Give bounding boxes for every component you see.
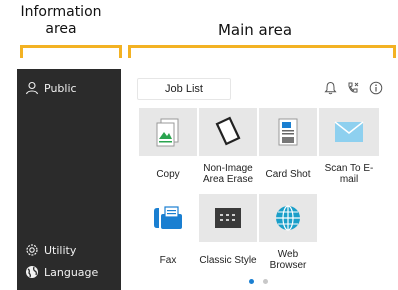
fax-label: Fax [159,254,177,266]
copy-tile[interactable]: Copy [139,108,197,186]
envelope-icon [334,121,364,142]
copy-icon [156,118,179,147]
non-image-area-erase-label: Non-Image Area Erase [202,163,254,185]
public-label: Public [44,81,77,95]
classic-style-tile[interactable]: Classic Style [199,194,257,272]
function-tiles: Copy Non-Image Area Erase Card Shot Scan… [139,108,398,280]
gear-icon [26,244,38,256]
non-image-area-erase-tile[interactable]: Non-Image Area Erase [199,108,257,186]
scan-to-email-label: Scan To E-mail [324,163,374,185]
non-image-erase-icon [215,116,241,146]
fax-icon [154,206,182,229]
main-area-bracket [128,45,396,58]
information-area-bracket [20,45,122,58]
classic-style-label: Classic Style [199,254,257,266]
keypad-icon [215,208,241,228]
utility-label: Utility [44,243,77,257]
card-shot-label: Card Shot [265,168,311,180]
main-area-callout-label: Main area [217,21,293,39]
language-button[interactable]: Language [25,265,98,279]
utility-button[interactable]: Utility [25,243,76,257]
language-label: Language [44,265,99,279]
bell-icon[interactable] [322,80,338,96]
device-screen: Public Utility Language Job List Copy No… [17,69,398,290]
public-user-button[interactable]: Public [25,81,77,95]
information-area: Public Utility Language [17,69,121,290]
page-indicator[interactable] [249,279,268,284]
fax-tile[interactable]: Fax [139,194,197,272]
card-shot-icon [278,118,298,146]
status-icons [322,80,384,96]
information-area-callout-label: Information area [20,4,102,37]
page-dot-2[interactable] [263,279,268,284]
main-area: Job List Copy Non-Image Area Erase Card … [121,69,398,290]
phone-icon[interactable] [345,80,361,96]
web-browser-label: Web Browser [269,249,307,271]
web-browser-tile[interactable]: Web Browser [259,194,317,272]
globe-small-icon [26,266,38,278]
user-icon [25,81,39,95]
info-icon[interactable] [368,80,384,96]
job-list-button[interactable]: Job List [137,78,231,100]
globe-icon [276,205,300,231]
copy-label: Copy [156,168,180,180]
page-dot-1[interactable] [249,279,254,284]
card-shot-tile[interactable]: Card Shot [259,108,317,186]
scan-to-email-tile[interactable]: Scan To E-mail [319,108,379,186]
